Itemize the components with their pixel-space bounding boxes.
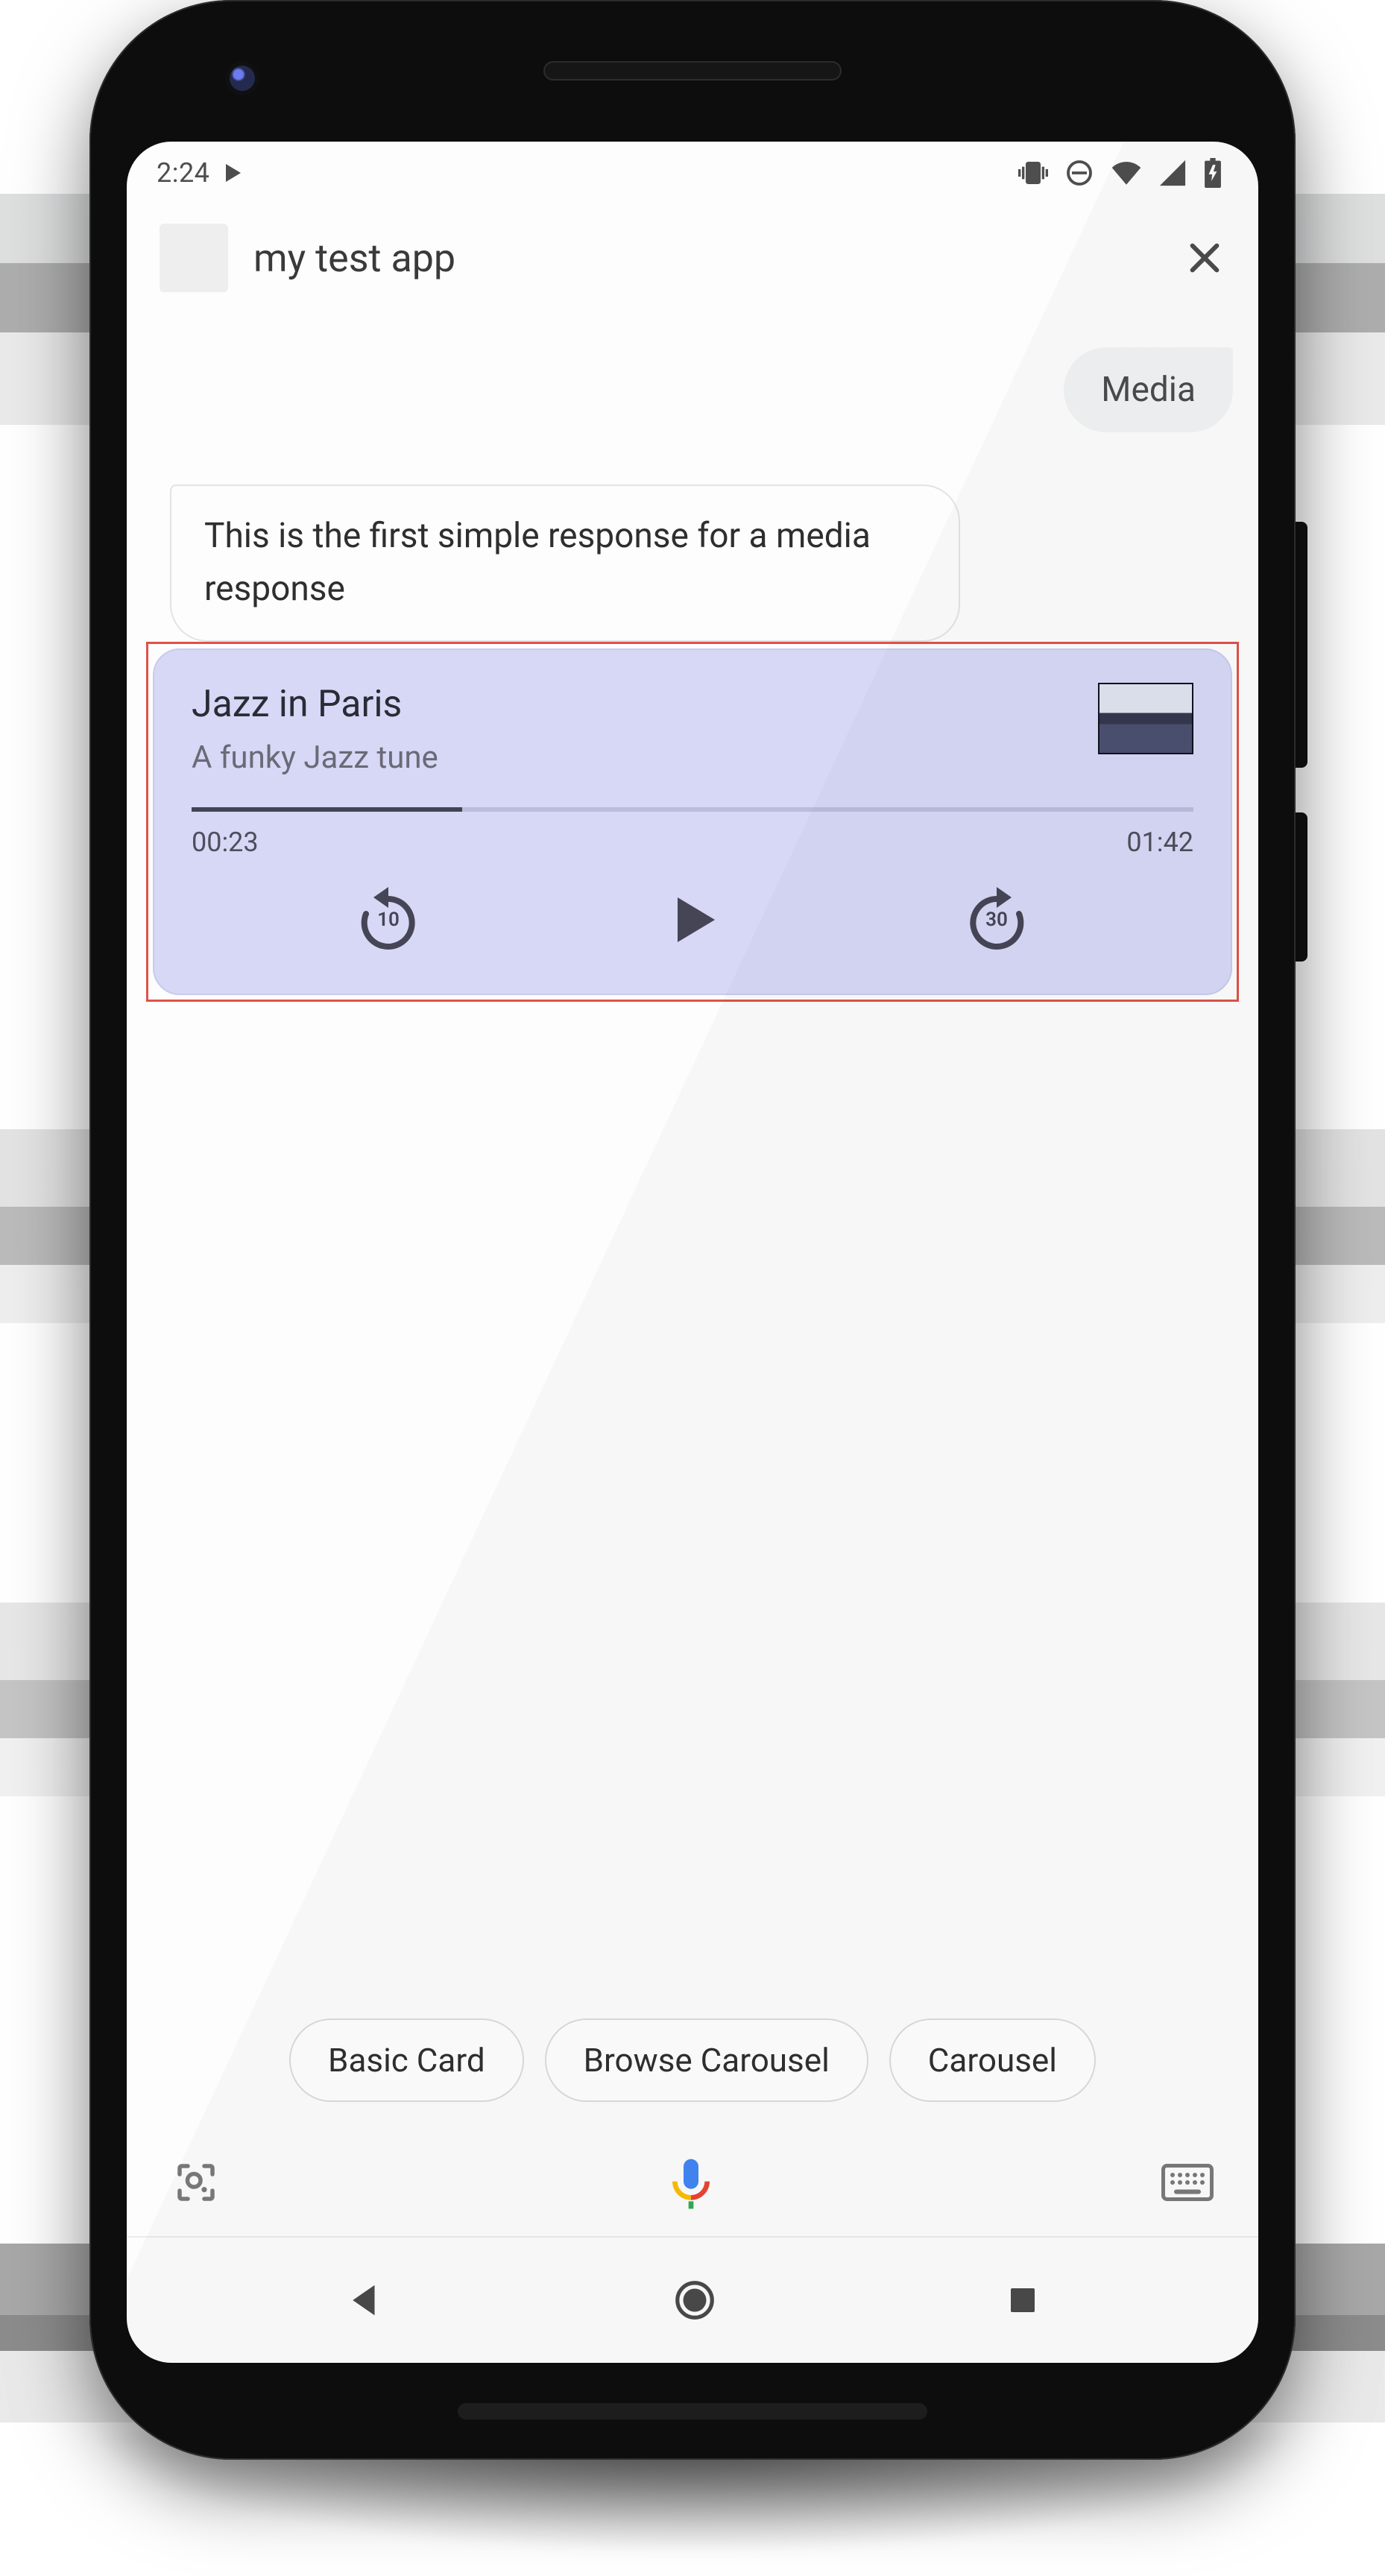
dnd-icon — [1064, 158, 1094, 188]
screen: 2:24 — [127, 142, 1258, 2363]
app-header: my test app — [127, 204, 1258, 315]
app-name: my test app — [253, 236, 1158, 281]
android-nav-bar — [127, 2236, 1258, 2363]
play-button[interactable] — [652, 879, 733, 961]
media-playing-icon — [226, 164, 241, 182]
cell-signal-icon — [1158, 159, 1187, 187]
rewind-10-button[interactable]: 10 — [347, 879, 429, 961]
elapsed-time: 00:23 — [192, 827, 259, 858]
nav-home-button[interactable] — [672, 2277, 718, 2323]
media-response-highlight: Jazz in Paris A funky Jazz tune 00:23 01… — [146, 642, 1239, 1002]
total-time: 01:42 — [1126, 827, 1193, 858]
chip-browse-carousel[interactable]: Browse Carousel — [545, 2018, 868, 2102]
phone-front-camera — [230, 66, 255, 91]
media-subtitle: A funky Jazz tune — [192, 739, 438, 776]
vibrate-icon — [1018, 158, 1048, 188]
user-message: Media — [1064, 347, 1233, 432]
chip-basic-card[interactable]: Basic Card — [289, 2018, 524, 2102]
chat-area: Media This is the first simple response … — [127, 315, 1258, 1002]
suggestion-chips: Basic Card Browse Carousel Carousel — [127, 2018, 1258, 2102]
media-info: Jazz in Paris A funky Jazz tune — [192, 683, 438, 776]
status-right — [1018, 158, 1222, 188]
lens-icon[interactable] — [171, 2158, 221, 2210]
bot-message: This is the first simple response for a … — [170, 484, 960, 642]
rewind-seconds-label: 10 — [377, 909, 400, 931]
status-bar: 2:24 — [127, 142, 1258, 204]
phone-bottom-speaker — [458, 2403, 927, 2419]
media-thumbnail — [1098, 683, 1193, 754]
battery-charging-icon — [1203, 158, 1222, 188]
phone-volume-button — [1296, 522, 1307, 768]
media-progress-track[interactable] — [192, 807, 1193, 812]
phone-frame: 2:24 — [89, 0, 1296, 2460]
phone-earpiece — [543, 61, 842, 80]
status-left: 2:24 — [157, 157, 241, 189]
status-time: 2:24 — [157, 157, 209, 189]
nav-back-button[interactable] — [344, 2280, 385, 2320]
phone-power-button — [1296, 812, 1307, 962]
assistant-input-bar — [127, 2132, 1258, 2236]
keyboard-icon[interactable] — [1161, 2161, 1214, 2207]
nav-recents-button[interactable] — [1005, 2282, 1041, 2318]
chip-carousel[interactable]: Carousel — [889, 2018, 1096, 2102]
app-icon-placeholder — [160, 224, 228, 292]
forward-seconds-label: 30 — [985, 909, 1008, 931]
media-card: Jazz in Paris A funky Jazz tune 00:23 01… — [153, 648, 1232, 995]
wifi-icon — [1111, 158, 1142, 188]
media-title: Jazz in Paris — [192, 683, 438, 726]
mic-button[interactable] — [661, 2154, 721, 2214]
close-button[interactable] — [1184, 237, 1225, 279]
forward-30-button[interactable]: 30 — [956, 879, 1038, 961]
media-progress-fill — [192, 807, 462, 812]
